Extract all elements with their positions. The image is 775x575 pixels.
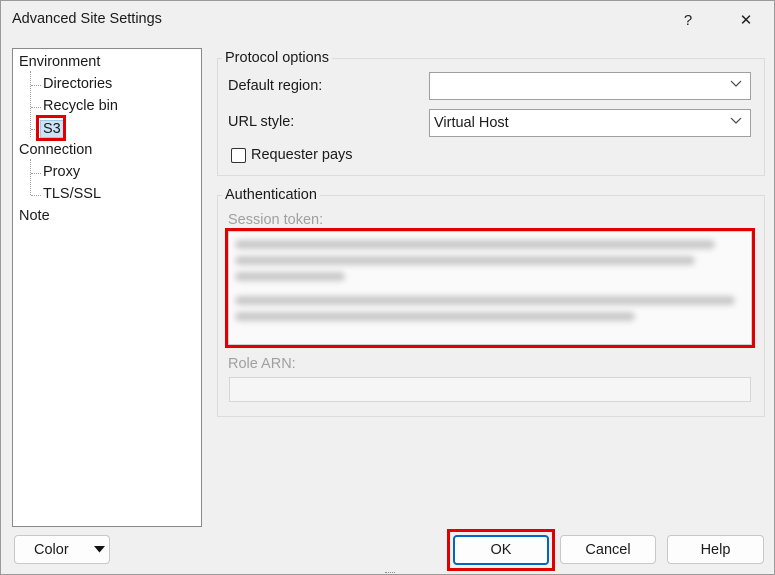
tree-connector: [31, 173, 41, 174]
default-region-label: Default region:: [228, 78, 323, 94]
tree-item-environment[interactable]: Environment: [19, 54, 100, 70]
chevron-down-icon: [730, 80, 742, 87]
default-region-select[interactable]: [429, 72, 751, 100]
authentication-title: Authentication: [222, 187, 320, 203]
requester-pays-checkbox[interactable]: [231, 148, 246, 163]
help-title-button[interactable]: ?: [665, 1, 711, 39]
tree-connector: [31, 107, 41, 108]
color-dropdown-button[interactable]: Color: [14, 535, 110, 564]
cancel-button[interactable]: Cancel: [560, 535, 656, 564]
tree-item-recycle-bin[interactable]: Recycle bin: [43, 98, 118, 114]
tree-item-proxy[interactable]: Proxy: [43, 164, 80, 180]
triangle-down-icon: [94, 546, 105, 553]
window-title: Advanced Site Settings: [12, 11, 162, 27]
tree-connector: [31, 85, 41, 86]
tree-connector: [30, 159, 31, 195]
protocol-options-title: Protocol options: [222, 50, 332, 66]
chevron-down-icon: [730, 117, 742, 124]
requester-pays-label[interactable]: Requester pays: [251, 147, 353, 163]
role-arn-label: Role ARN:: [228, 356, 296, 372]
role-arn-input[interactable]: [229, 377, 751, 402]
title-bar: Advanced Site Settings ? ✕: [1, 1, 774, 39]
advanced-site-settings-dialog: Advanced Site Settings ? ✕ Environment D…: [0, 0, 775, 575]
tree-connector: [30, 71, 31, 137]
url-style-select[interactable]: Virtual Host: [429, 109, 751, 137]
help-button[interactable]: Help: [667, 535, 764, 564]
color-button-label: Color: [34, 541, 69, 558]
tree-connector: [31, 195, 41, 196]
highlight-session-token: [225, 228, 755, 348]
tree-item-directories[interactable]: Directories: [43, 76, 112, 92]
tree-item-tls-ssl[interactable]: TLS/SSL: [43, 186, 101, 202]
highlight-s3: [36, 115, 66, 141]
url-style-value: Virtual Host: [434, 115, 509, 131]
session-token-label: Session token:: [228, 212, 324, 228]
url-style-label: URL style:: [228, 114, 295, 130]
close-button[interactable]: ✕: [723, 1, 769, 39]
tree-item-note[interactable]: Note: [19, 208, 50, 224]
tree-item-connection[interactable]: Connection: [19, 142, 92, 158]
highlight-ok-button: [447, 529, 555, 571]
